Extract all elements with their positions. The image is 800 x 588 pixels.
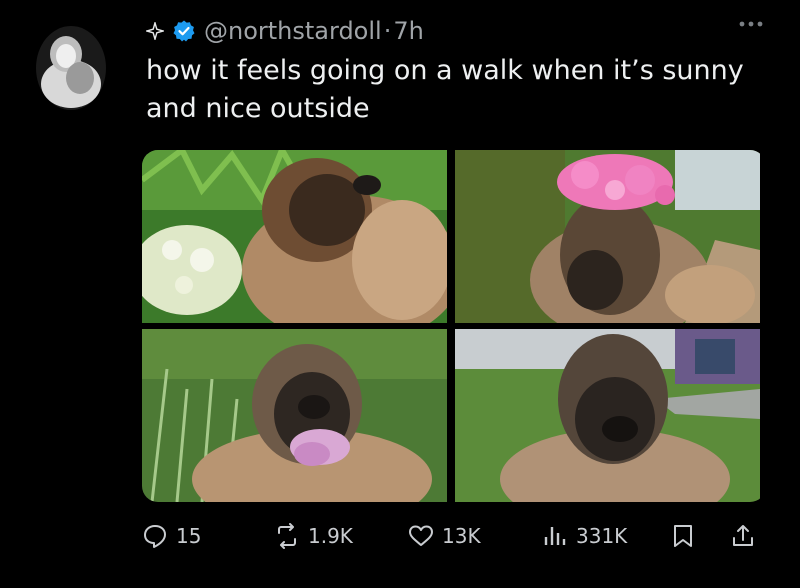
puppy-photo-grass [142,329,447,502]
puppy-photo-flowers [142,150,447,323]
views-button[interactable]: 331K [542,523,627,549]
retweet-count: 1.9K [308,524,353,548]
share-button[interactable] [730,523,756,549]
reply-icon [144,525,166,548]
media-photo-1[interactable] [142,150,447,323]
puppy-photo-pink-flower [455,150,760,323]
bookmark-icon [674,525,692,547]
retweet-icon [278,523,296,549]
heart-icon [409,525,433,546]
verified-badge-icon [173,20,195,42]
media-photo-2[interactable] [455,150,760,323]
media-photo-4[interactable] [455,329,760,502]
avatar[interactable] [36,26,106,110]
tweet-timestamp[interactable]: 7h [393,17,423,45]
views-count: 331K [576,524,628,548]
bookmark-button[interactable] [670,523,696,549]
media-grid [142,150,766,502]
retweet-button[interactable]: 1.9K [274,523,353,549]
sparkle-icon [146,22,164,40]
author-handle[interactable]: @northstardoll [204,17,382,45]
avatar-image [36,26,106,110]
more-icon[interactable] [736,14,766,34]
tweet-header: @northstardoll · 7h [146,14,424,48]
reply-button[interactable]: 15 [142,523,201,549]
share-icon [733,525,753,546]
tweet-text: how it feels going on a walk when it’s s… [146,55,744,124]
puppy-photo-path [455,329,760,502]
reply-count: 15 [176,524,202,548]
media-photo-3[interactable] [142,329,447,502]
header-separator: · [383,17,392,45]
action-bar: 15 1.9K 13K 331K [142,516,766,556]
views-chart-icon [544,527,566,545]
like-button[interactable]: 13K [408,523,481,549]
like-count: 13K [442,524,481,548]
